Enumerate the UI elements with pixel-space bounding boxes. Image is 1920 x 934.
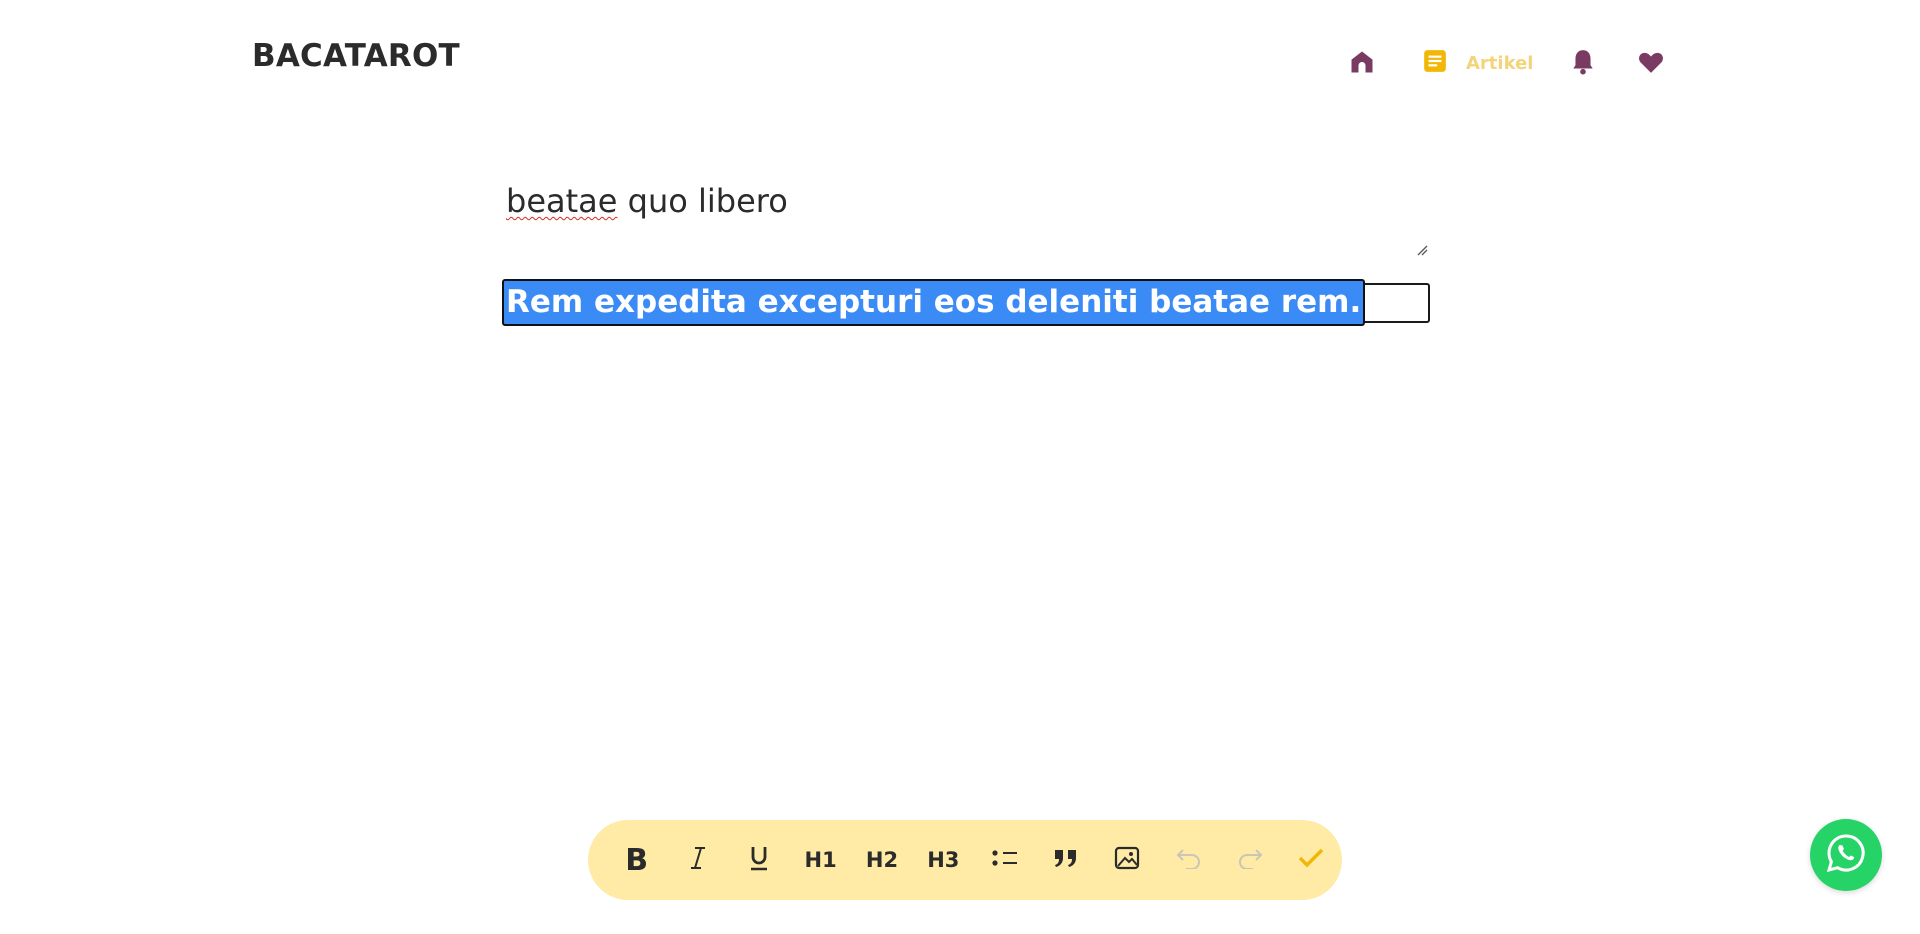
resize-handle-icon[interactable] xyxy=(1416,226,1428,264)
home-icon xyxy=(1348,48,1376,80)
redo-icon xyxy=(1236,847,1264,873)
h1-label: H1 xyxy=(804,848,837,872)
page: BACATAROT Artikel beatae quo libero Rem … xyxy=(0,0,1920,934)
underline-icon xyxy=(747,844,771,876)
whatsapp-chat-button[interactable] xyxy=(1810,819,1882,891)
nav-artikel-label: Artikel xyxy=(1466,52,1534,74)
heading-3-button[interactable]: H3 xyxy=(913,835,974,885)
underline-button[interactable] xyxy=(729,835,790,885)
top-nav: Artikel xyxy=(0,46,1920,80)
heading-1-button[interactable]: H1 xyxy=(790,835,851,885)
title-text: quo libero xyxy=(617,182,788,220)
article-title-textarea[interactable]: beatae quo libero xyxy=(502,170,1430,266)
h2-label: H2 xyxy=(865,848,899,872)
nav-favorites[interactable] xyxy=(1638,50,1664,78)
insert-image-button[interactable] xyxy=(1097,835,1158,885)
bullet-list-icon xyxy=(991,847,1019,873)
subtitle-selected-text[interactable]: Rem expedita excepturi eos deleniti beat… xyxy=(502,279,1366,326)
image-icon xyxy=(1114,846,1140,874)
undo-icon xyxy=(1175,847,1203,873)
article-icon xyxy=(1422,48,1448,78)
bell-icon xyxy=(1570,48,1596,80)
nav-notifications[interactable] xyxy=(1570,48,1596,80)
redo-button[interactable] xyxy=(1219,835,1280,885)
undo-button[interactable] xyxy=(1158,835,1219,885)
nav-artikel[interactable]: Artikel xyxy=(1422,48,1533,78)
nav-home[interactable] xyxy=(1348,48,1376,80)
italic-button[interactable] xyxy=(667,835,728,885)
title-misspelled-word: beatae xyxy=(506,182,618,220)
heart-icon xyxy=(1638,50,1664,78)
bullet-list-button[interactable] xyxy=(974,835,1035,885)
quote-button[interactable] xyxy=(1035,835,1096,885)
italic-icon xyxy=(686,845,710,875)
bold-button[interactable]: B xyxy=(606,835,667,885)
save-button[interactable] xyxy=(1281,835,1342,885)
h3-label: H3 xyxy=(927,848,960,872)
heading-2-button[interactable]: H2 xyxy=(851,835,912,885)
quote-icon xyxy=(1052,847,1080,873)
whatsapp-icon xyxy=(1824,831,1868,879)
bold-icon: B xyxy=(625,842,649,878)
check-icon xyxy=(1297,846,1325,874)
editor-toolbar: B H1 H2 H3 xyxy=(588,820,1342,900)
